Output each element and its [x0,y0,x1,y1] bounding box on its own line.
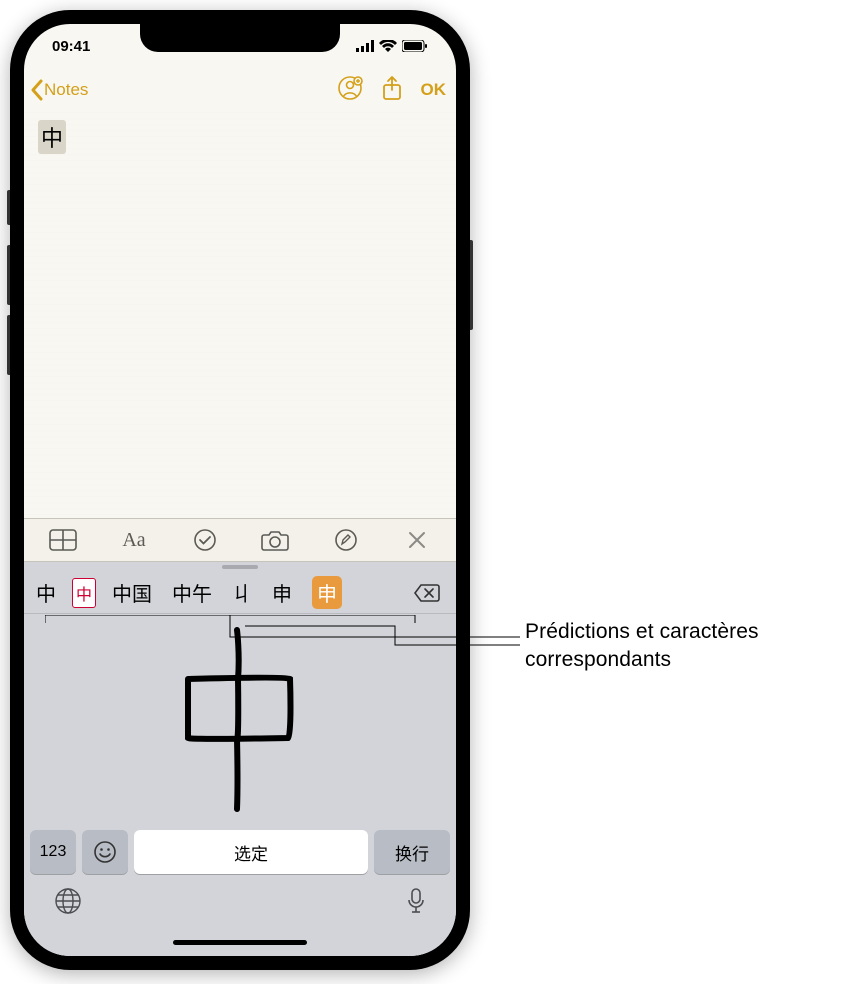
candidate-item-4[interactable]: 丩 [222,572,262,614]
handwriting-area[interactable] [24,614,456,824]
text-format-button[interactable]: Aa [112,518,156,562]
status-time: 09:41 [52,38,90,55]
dictation-key[interactable] [406,887,426,920]
volume-up [7,245,10,305]
note-content: 中 [38,120,66,154]
collaborate-button[interactable] [337,75,363,106]
format-bar: Aa [24,518,456,562]
back-button[interactable]: Notes [30,79,88,101]
mute-switch [7,190,10,225]
phone-screen: 09:41 Notes [24,24,456,956]
keyboard-drag-handle[interactable] [24,562,456,572]
close-format-button[interactable] [395,518,439,562]
candidate-item-6-highlighted[interactable]: 申 [302,572,352,614]
camera-button[interactable] [253,518,297,562]
callout-line-2: correspondants [525,646,759,674]
checklist-button[interactable] [183,518,227,562]
phone-frame: 09:41 Notes [10,10,470,970]
notch [140,24,340,52]
chevron-left-icon [30,79,44,101]
select-key[interactable]: 选定 [134,830,368,874]
callout-text: Prédictions et caractères correspondants [525,618,759,675]
candidate-item-2[interactable]: 中国 [102,572,162,614]
table-button[interactable] [41,518,85,562]
candidate-item-1-mahjong[interactable]: 中 [66,572,102,614]
note-body[interactable]: 中 [24,112,456,518]
back-label: Notes [44,80,88,100]
handle-bar [222,565,258,569]
home-indicator-area [24,928,456,956]
side-button [470,240,473,330]
candidate-item-3[interactable]: 中午 [162,572,222,614]
callout-line-1: Prédictions et caractères [525,618,759,646]
emoji-key[interactable] [82,830,128,874]
candidate-item-0[interactable]: 中 [26,572,66,614]
candidate-row: 中 中 中国 中午 丩 申 申 [24,572,456,614]
delete-key[interactable] [400,572,454,614]
done-button[interactable]: OK [421,80,447,100]
emoji-icon [93,840,117,864]
globe-key[interactable] [54,887,82,920]
candidate-item-5[interactable]: 申 [262,572,302,614]
wifi-icon [379,40,397,52]
numbers-key[interactable]: 123 [30,830,76,874]
markup-button[interactable] [324,518,368,562]
cellular-signal-icon [356,40,374,52]
return-key[interactable]: 换行 [374,830,450,874]
battery-icon [402,40,428,52]
status-right [356,40,428,52]
nav-bar: Notes OK [24,68,456,112]
share-button[interactable] [381,75,403,106]
keyboard-bottom-row: 123 选定 换行 [24,824,456,878]
keyboard-footer [24,878,456,928]
volume-down [7,315,10,375]
home-indicator[interactable] [173,940,307,945]
handwritten-character [170,624,310,814]
